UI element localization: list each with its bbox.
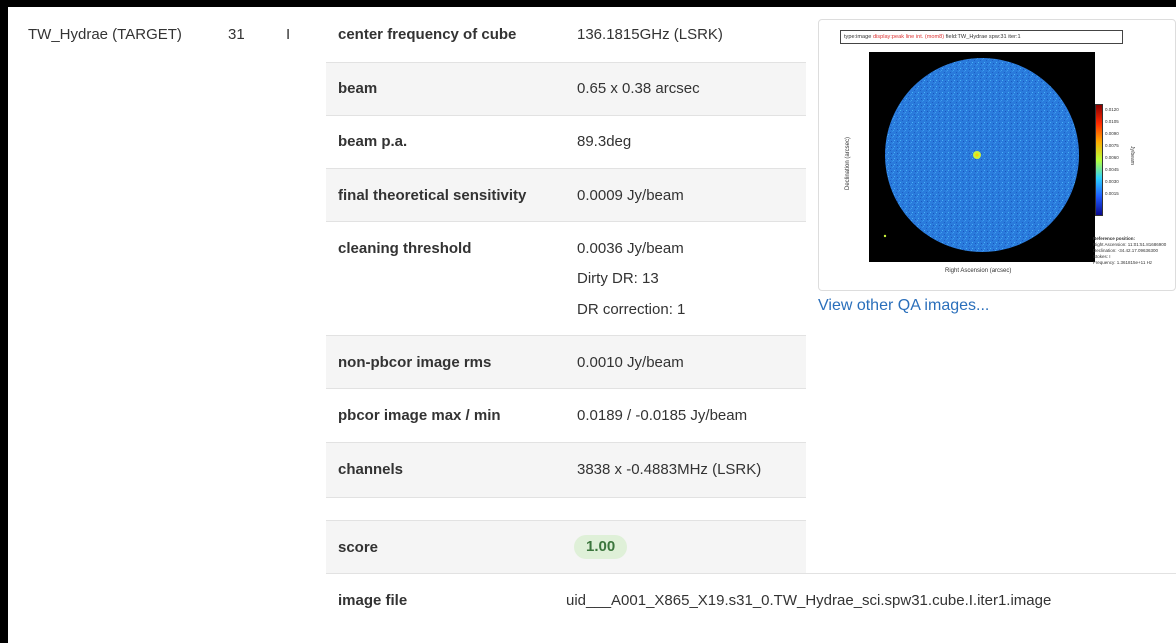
polarization: I: [286, 26, 291, 43]
property-label: cleaning threshold: [338, 240, 472, 257]
row-divider: [326, 388, 806, 389]
property-value: 0.0036 Jy/beam: [577, 240, 684, 257]
property-value: 89.3deg: [577, 133, 632, 150]
property-label: beam: [338, 80, 378, 97]
row-divider: [326, 335, 806, 336]
sky-image-svg: [883, 58, 1079, 252]
qa-table-panel: TW_Hydrae (TARGET) 31 I center frequency…: [8, 7, 1176, 643]
spw-number: 31: [228, 26, 245, 43]
reference-line: Frequency: 1.361815e+11 Hz: [1093, 260, 1153, 265]
score-badge: 1.00: [574, 535, 628, 559]
thumbnail-title-display: display:peak line int. (mom8): [872, 34, 945, 40]
row-divider: [326, 115, 806, 116]
property-value: 0.0010 Jy/beam: [577, 354, 684, 371]
colorbar-tick: 0.0060: [1105, 155, 1119, 160]
row-divider: [326, 520, 806, 521]
source-core: [975, 153, 979, 157]
thumbnail-title: type:image display:peak line int. (mom8)…: [840, 30, 1123, 44]
colorbar-tick: 0.0075: [1105, 143, 1119, 148]
colorbar-tick: 0.0015: [1105, 191, 1119, 196]
property-label: non-pbcor image rms: [338, 354, 492, 371]
property-value: 0.0189 / -0.0185 Jy/beam: [577, 407, 748, 424]
property-label: final theoretical sensitivity: [338, 187, 527, 204]
property-label: channels: [338, 461, 404, 478]
row-bg: [326, 62, 806, 115]
thumbnail-title-prefix: type:image: [844, 34, 872, 40]
row-divider: [326, 62, 806, 63]
thumbnail-title-suffix: field:TW_Hydrae spw:31 iter:1: [945, 34, 1021, 40]
row-divider: [326, 573, 1176, 574]
thumbnail-ylabel: Declination (arcsec): [845, 136, 851, 190]
score-label: score: [338, 539, 379, 556]
property-label: beam p.a.: [338, 133, 408, 150]
row-divider: [326, 168, 806, 169]
colorbar-unit: Jy/beam: [1129, 146, 1135, 165]
qa-image-thumbnail[interactable]: type:image display:peak line int. (mom8)…: [818, 19, 1176, 291]
row-divider: [326, 497, 806, 498]
sky-image-plot: [869, 52, 1095, 262]
property-value: 3838 x -0.4883MHz (LSRK): [577, 461, 762, 478]
field-name: TW_Hydrae (TARGET): [28, 26, 182, 43]
colorbar-tick: 0.0120: [1105, 107, 1119, 112]
row-divider: [326, 442, 806, 443]
colorbar-tick: 0.0030: [1105, 179, 1119, 184]
stray-pixel: [883, 234, 887, 238]
colorbar-tick: 0.0090: [1105, 131, 1119, 136]
primary-beam-disk: [885, 58, 1079, 252]
property-value: 0.65 x 0.38 arcsec: [577, 80, 700, 97]
row-divider: [326, 221, 806, 222]
dr-correction-value: DR correction: 1: [577, 301, 686, 318]
thumbnail-xlabel: Right Ascension (arcsec): [945, 268, 1012, 274]
colorbar-ticks: 0.0120 0.0105 0.0090 0.0075 0.0060 0.004…: [1105, 104, 1119, 200]
colorbar: [1095, 104, 1103, 216]
property-value: 136.1815GHz (LSRK): [577, 26, 723, 43]
row-bg: [326, 520, 806, 573]
colorbar-tick: 0.0105: [1105, 119, 1119, 124]
dirty-dr-value: Dirty DR: 13: [577, 270, 659, 287]
reference-position: Reference position: Right Ascension: 11:…: [1093, 236, 1173, 266]
image-file-label: image file: [338, 592, 408, 609]
property-value: 0.0009 Jy/beam: [577, 187, 684, 204]
view-other-qa-images-link[interactable]: View other QA images...: [818, 297, 989, 315]
property-label: center frequency of cube: [338, 26, 517, 43]
property-label: pbcor image max / min: [338, 407, 501, 424]
colorbar-tick: 0.0045: [1105, 167, 1119, 172]
image-file-value: uid___A001_X865_X19.s31_0.TW_Hydrae_sci.…: [566, 592, 1052, 609]
